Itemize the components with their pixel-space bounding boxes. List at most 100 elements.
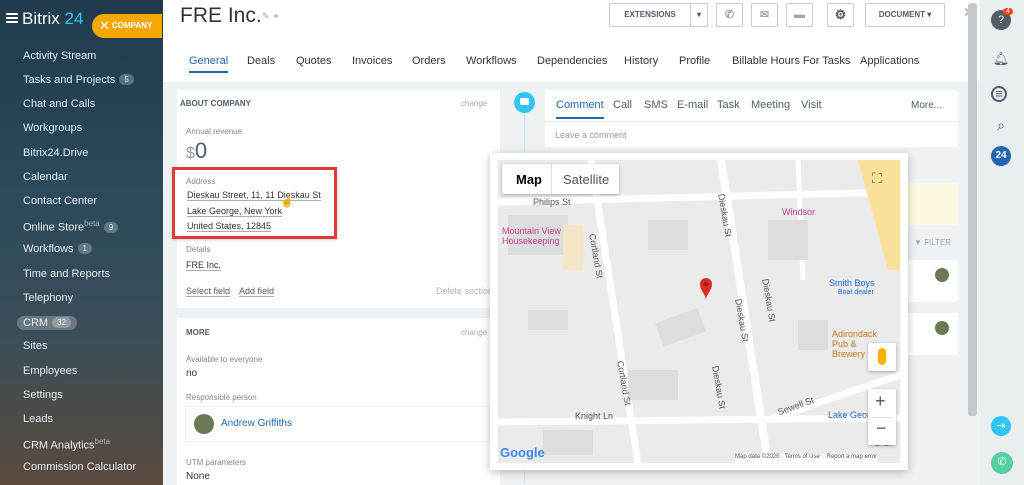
map-footer: Map data ©2020 Terms of Use Report a map… xyxy=(735,454,878,466)
sidebar-item-activity-stream[interactable]: Activity Stream xyxy=(23,50,96,62)
zoom-in-button[interactable]: + xyxy=(875,391,886,412)
scrollbar[interactable] xyxy=(968,3,977,416)
activity-tab-call[interactable]: Call xyxy=(613,99,632,111)
activity-tab-sms[interactable]: SMS xyxy=(644,99,668,111)
search-icon[interactable]: ⌕ xyxy=(991,115,1011,135)
change-link[interactable]: change xyxy=(461,99,487,108)
address-line-3[interactable]: United States, 12845 xyxy=(187,221,272,232)
activity-tab-task[interactable]: Task xyxy=(717,99,740,111)
sidebar-item-tasks-and-projects[interactable]: Tasks and Projects 5 xyxy=(23,74,134,86)
sidebar-item-leads[interactable]: Leads xyxy=(23,413,53,425)
activity-item xyxy=(908,260,958,302)
logo[interactable]: Bitrix 24 xyxy=(22,9,83,29)
tab-profile[interactable]: Profile xyxy=(679,55,710,67)
chat-button[interactable]: ▬ xyxy=(786,3,813,27)
tab-general[interactable]: General xyxy=(189,55,229,73)
notification-badge: 4 xyxy=(1003,8,1013,15)
utm-value: None xyxy=(186,471,210,482)
count-badge: 9 xyxy=(103,221,119,233)
section-title: MORE xyxy=(186,328,210,337)
sidebar-item-sites[interactable]: Sites xyxy=(23,340,47,352)
sidebar-item-bitrix24-drive[interactable]: Bitrix24.Drive xyxy=(23,147,88,159)
zoom-out-button[interactable]: − xyxy=(876,418,887,439)
poi-label: Windsor xyxy=(782,207,816,217)
settings-button[interactable]: ⚙ xyxy=(827,3,854,27)
tab-deals[interactable]: Deals xyxy=(247,55,275,67)
bitrix24-icon[interactable]: 24 xyxy=(991,146,1011,166)
phone-icon[interactable]: ✆ xyxy=(991,452,1013,474)
revenue-value: $0 xyxy=(186,138,208,163)
company-close-button[interactable]: ✕ COMPANY xyxy=(92,14,162,38)
tab-dependencies[interactable]: Dependencies xyxy=(537,55,607,67)
sidebar-item-workgroups[interactable]: Workgroups xyxy=(23,122,82,134)
address-label: Address xyxy=(186,177,216,186)
responsible-person-field[interactable]: Andrew Griffiths xyxy=(185,406,490,442)
extensions-dropdown[interactable]: ▾ xyxy=(690,3,708,27)
avatar xyxy=(194,414,214,434)
satellite-tab[interactable]: Satellite xyxy=(563,172,609,187)
activity-tab-meeting[interactable]: Meeting xyxy=(751,99,790,111)
add-field-link[interactable]: Add field xyxy=(239,286,275,297)
phone-icon: ✆ xyxy=(724,9,735,21)
call-button[interactable]: ✆ xyxy=(716,3,743,27)
sidebar-item-time-and-reports[interactable]: Time and Reports xyxy=(23,268,110,280)
sidebar-item-workflows[interactable]: Workflows 1 xyxy=(23,243,92,255)
right-rail: ? 4 🔔︎ ≡ ⌕ 24 ⇥ ✆ xyxy=(980,0,1024,485)
tab-quotes[interactable]: Quotes xyxy=(296,55,331,67)
terms-link[interactable]: Terms of Use xyxy=(784,454,819,460)
email-button[interactable]: ✉ xyxy=(751,3,778,27)
comment-icon xyxy=(514,92,535,113)
sidebar-item-settings[interactable]: Settings xyxy=(23,389,63,401)
activity-tab-comment[interactable]: Comment xyxy=(556,99,604,119)
sidebar-item-crm[interactable]: CRM 32 xyxy=(17,316,77,330)
activity-item xyxy=(908,313,958,355)
tab-billable-hours-for-tasks[interactable]: Billable Hours For Tasks xyxy=(732,55,850,67)
sidebar-item-contact-center[interactable]: Contact Center xyxy=(23,195,97,207)
activity-tab-visit[interactable]: Visit xyxy=(801,99,822,111)
more-activities[interactable]: More... xyxy=(911,100,942,111)
change-link[interactable]: change xyxy=(461,328,487,337)
tab-workflows[interactable]: Workflows xyxy=(466,55,517,67)
left-sidebar: Bitrix 24 ✕ COMPANY Activity Stream Tasks … xyxy=(0,0,163,485)
sidebar-item-calendar[interactable]: Calendar xyxy=(23,171,68,183)
delete-section-link[interactable]: Delete section xyxy=(436,286,493,296)
page-title: FRE Inc. xyxy=(180,4,262,27)
map-tab[interactable]: Map xyxy=(516,172,542,187)
tab-history[interactable]: History xyxy=(624,55,658,67)
responsible-name[interactable]: Andrew Griffiths xyxy=(221,418,292,429)
menu-icon[interactable] xyxy=(6,13,18,23)
pegman-icon xyxy=(878,348,886,365)
exit-icon[interactable]: ⇥ xyxy=(991,416,1011,436)
poi-label: Mountain View Housekeeping xyxy=(502,226,561,246)
fullscreen-icon[interactable]: ⛶ xyxy=(872,170,882,187)
address-line-1[interactable]: Dieskau Street, 11, 11 Dieskau St xyxy=(187,190,321,201)
chat-list-icon[interactable]: ≡ xyxy=(991,86,1007,102)
address-highlight[interactable]: Address Dieskau Street, 11, 11 Dieskau S… xyxy=(172,167,337,239)
details-label: Details xyxy=(186,245,211,254)
document-button[interactable]: DOCUMENT ▾ xyxy=(865,3,945,27)
sidebar-item-telephony[interactable]: Telephony xyxy=(23,292,73,304)
comment-input[interactable]: Leave a comment xyxy=(555,130,627,140)
cursor-icon: ☝ xyxy=(280,196,294,208)
tab-applications[interactable]: Applications xyxy=(860,55,919,67)
details-value[interactable]: FRE Inc. xyxy=(186,260,222,271)
edit-icon[interactable]: ✎ ⚭ xyxy=(262,11,280,22)
sidebar-item-employees[interactable]: Employees xyxy=(23,365,77,377)
activity-tab-e-mail[interactable]: E-mail xyxy=(677,99,708,111)
map-popup[interactable]: Map Satellite ⛶ Philips St Mountain View… xyxy=(490,153,908,470)
bell-icon[interactable]: 🔔︎ xyxy=(991,49,1011,69)
tab-invoices[interactable]: Invoices xyxy=(352,55,392,67)
sidebar-item-commission-calculator[interactable]: Commission Calculator xyxy=(23,461,136,473)
select-field-link[interactable]: Select field xyxy=(186,286,231,297)
sidebar-item-chat-and-calls[interactable]: Chat and Calls xyxy=(23,98,95,110)
report-link[interactable]: Report a map error xyxy=(826,454,877,460)
street-view-button[interactable] xyxy=(868,343,896,371)
google-logo: Google xyxy=(500,445,545,460)
sidebar-item-crm-analytics[interactable]: CRM Analyticsbeta xyxy=(23,437,110,452)
sidebar-item-online-store[interactable]: Online Storebeta 9 xyxy=(23,219,119,234)
filter-button[interactable]: ▼ FILTER xyxy=(914,238,951,247)
extensions-button[interactable]: EXTENSIONS xyxy=(609,3,691,27)
tab-orders[interactable]: Orders xyxy=(412,55,446,67)
address-line-2[interactable]: Lake George, New York xyxy=(187,206,283,217)
street-label: Philips St xyxy=(533,197,571,207)
